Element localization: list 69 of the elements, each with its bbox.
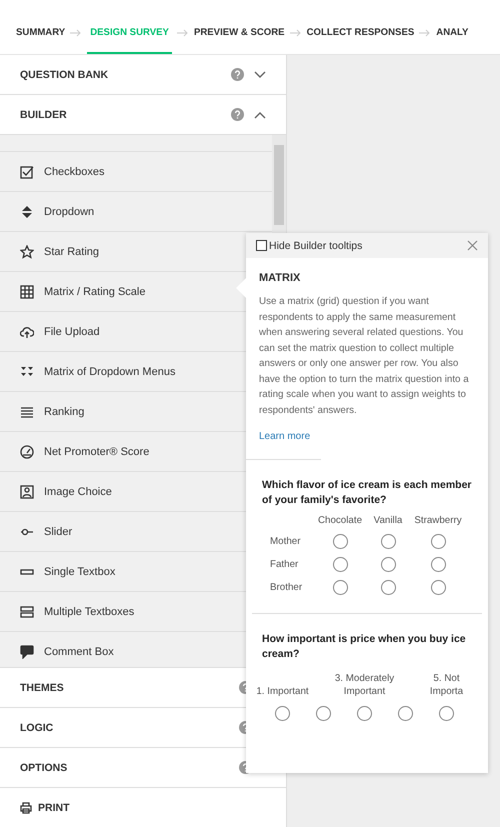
scale-label: 1. Important bbox=[255, 685, 310, 698]
radio-button[interactable] bbox=[398, 706, 413, 721]
radio-button[interactable] bbox=[332, 557, 348, 572]
question-type-item[interactable]: Matrix of Dropdown Menus bbox=[20, 364, 176, 378]
learn-more-link[interactable]: Learn more bbox=[259, 431, 310, 442]
help-icon[interactable] bbox=[231, 108, 244, 121]
scale-label: 5. Not Importa bbox=[428, 672, 464, 698]
question-type-item[interactable]: Comment Box bbox=[20, 644, 114, 658]
radio-button[interactable] bbox=[380, 557, 396, 572]
example-question: Which flavor of ice cream is each member of your family's favorite? bbox=[262, 478, 472, 508]
row-label: Father bbox=[269, 559, 300, 570]
scale-label: 3. Moderately Important bbox=[334, 672, 396, 698]
row-label: Brother bbox=[269, 582, 304, 593]
arrow-icon bbox=[290, 29, 302, 37]
question-type-item[interactable]: Single Textbox bbox=[20, 564, 116, 578]
question-type-icon bbox=[20, 324, 34, 338]
question-type-item[interactable]: File Upload bbox=[20, 324, 100, 338]
column-label: Vanilla bbox=[372, 515, 404, 526]
question-type-icon bbox=[20, 404, 34, 418]
section-header[interactable]: THEMES bbox=[20, 682, 64, 694]
printer-icon bbox=[20, 802, 32, 814]
question-type-item[interactable]: Dropdown bbox=[20, 204, 94, 218]
chevron-icon bbox=[254, 110, 266, 118]
question-type-item[interactable]: Slider bbox=[20, 524, 72, 538]
radio-button[interactable] bbox=[316, 706, 331, 721]
question-type-item[interactable]: Star Rating bbox=[20, 244, 100, 258]
question-type-item[interactable]: Checkboxes bbox=[20, 164, 105, 178]
question-type-item[interactable]: Image Choice bbox=[20, 484, 112, 498]
radio-button[interactable] bbox=[380, 534, 396, 549]
question-type-item[interactable]: Ranking bbox=[20, 404, 84, 418]
arrow-icon bbox=[70, 29, 82, 37]
question-type-icon bbox=[20, 444, 34, 458]
radio-button[interactable] bbox=[430, 534, 446, 549]
radio-button[interactable] bbox=[332, 580, 348, 595]
question-type-icon bbox=[20, 364, 34, 378]
section-header[interactable]: LOGIC bbox=[20, 722, 54, 734]
arrow-icon bbox=[419, 29, 432, 37]
question-type-icon bbox=[20, 164, 34, 178]
radio-button[interactable] bbox=[380, 580, 396, 595]
radio-button[interactable] bbox=[430, 580, 446, 595]
radio-button[interactable] bbox=[430, 557, 446, 572]
question-type-item[interactable]: Matrix / Rating Scale bbox=[20, 284, 146, 298]
step-tab[interactable]: COLLECT RESPONSES bbox=[306, 12, 414, 54]
radio-button[interactable] bbox=[357, 706, 372, 721]
example-question: How important is price when you buy ice cream? bbox=[262, 632, 467, 662]
question-type-icon bbox=[20, 244, 34, 258]
help-icon[interactable] bbox=[231, 68, 244, 81]
column-label: Strawberry bbox=[413, 515, 463, 526]
step-tab[interactable]: SUMMARY bbox=[16, 12, 66, 54]
row-label: Mother bbox=[269, 536, 302, 547]
step-tab[interactable]: ANALY bbox=[436, 12, 468, 54]
close-icon[interactable] bbox=[467, 240, 478, 251]
column-label: Chocolate bbox=[316, 515, 364, 526]
tooltip-title: MATRIX bbox=[259, 272, 302, 284]
question-type-icon bbox=[20, 284, 34, 298]
question-type-icon bbox=[20, 644, 34, 658]
section-header[interactable]: OPTIONS bbox=[20, 762, 68, 774]
step-tab[interactable]: PREVIEW & SCORE bbox=[194, 12, 285, 54]
radio-button[interactable] bbox=[275, 706, 290, 721]
question-type-item[interactable]: Net Promoter® Score bbox=[20, 444, 150, 458]
radio-button[interactable] bbox=[332, 534, 348, 549]
question-type-icon bbox=[20, 484, 34, 498]
tooltip-description: Use a matrix (grid) question if you want respondents to apply the same measurement when answering several related questions. You can set the matrix question to collect multiple answers or only one answer per row. You also have the option to turn the matrix question into a rating scale when you want to assign weights to respondents' answers. bbox=[259, 295, 470, 418]
chevron-icon bbox=[254, 70, 266, 78]
radio-button[interactable] bbox=[439, 706, 454, 721]
question-type-icon bbox=[20, 604, 34, 618]
question-type-icon bbox=[20, 204, 34, 218]
arrow-icon bbox=[176, 29, 189, 37]
question-type-item[interactable]: Multiple Textboxes bbox=[20, 604, 134, 618]
